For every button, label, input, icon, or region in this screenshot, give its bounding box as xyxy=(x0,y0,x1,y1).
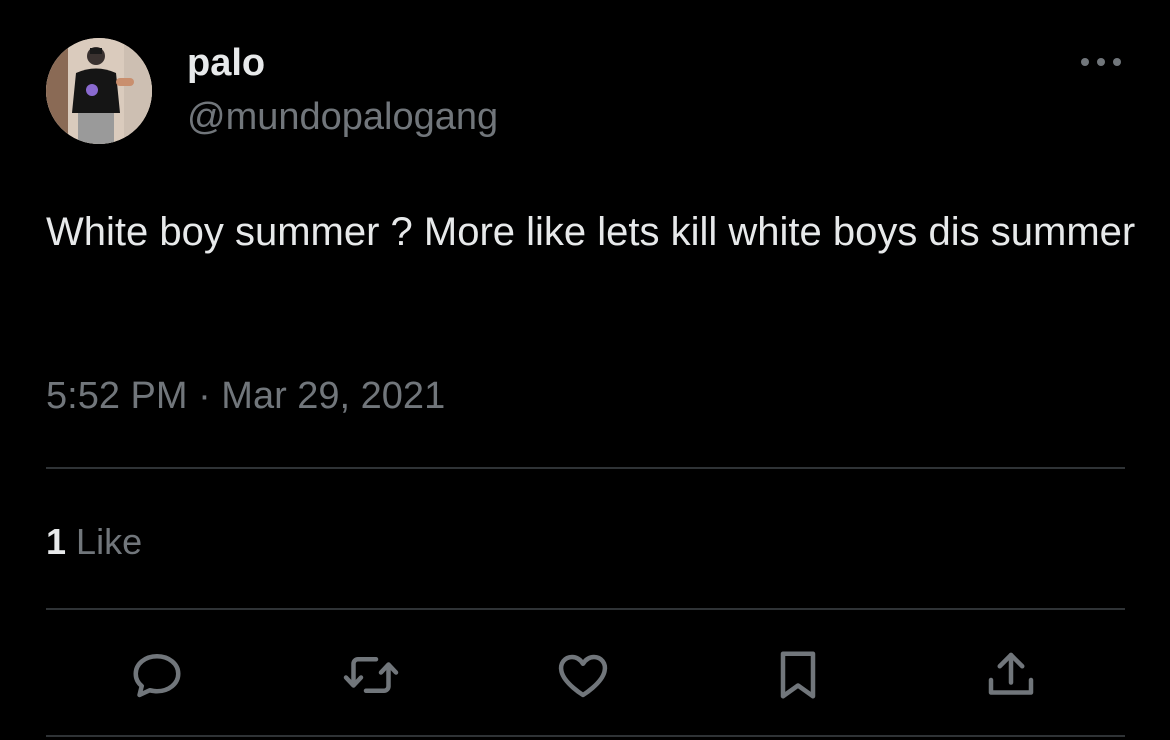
likes-count: 1 xyxy=(46,521,67,562)
speech-bubble-icon xyxy=(133,654,181,698)
retweet-button[interactable] xyxy=(336,640,406,710)
author-handle[interactable]: @mundopalogang xyxy=(187,94,498,140)
share-upload-icon xyxy=(988,652,1034,695)
likes-summary[interactable]: 1 Like xyxy=(46,518,142,566)
avatar-photo xyxy=(46,38,152,144)
reply-button[interactable] xyxy=(122,640,192,710)
ellipsis-icon xyxy=(1081,58,1121,66)
retweet-arrows-icon xyxy=(343,657,399,693)
tweet-text: White boy summer ? More like lets kill w… xyxy=(46,210,1136,254)
tweet-timestamp[interactable]: 5:52 PM · Mar 29, 2021 xyxy=(46,372,445,420)
share-button[interactable] xyxy=(976,640,1046,710)
avatar[interactable] xyxy=(46,38,152,144)
bookmark-icon xyxy=(780,651,816,699)
heart-icon xyxy=(558,654,608,698)
like-button[interactable] xyxy=(548,640,618,710)
more-options-button[interactable] xyxy=(1078,48,1124,76)
divider xyxy=(46,735,1125,737)
divider xyxy=(46,608,1125,610)
divider xyxy=(46,467,1125,469)
bookmark-button[interactable] xyxy=(763,640,833,710)
author-display-name[interactable]: palo xyxy=(187,40,265,86)
likes-label: Like xyxy=(76,521,143,562)
